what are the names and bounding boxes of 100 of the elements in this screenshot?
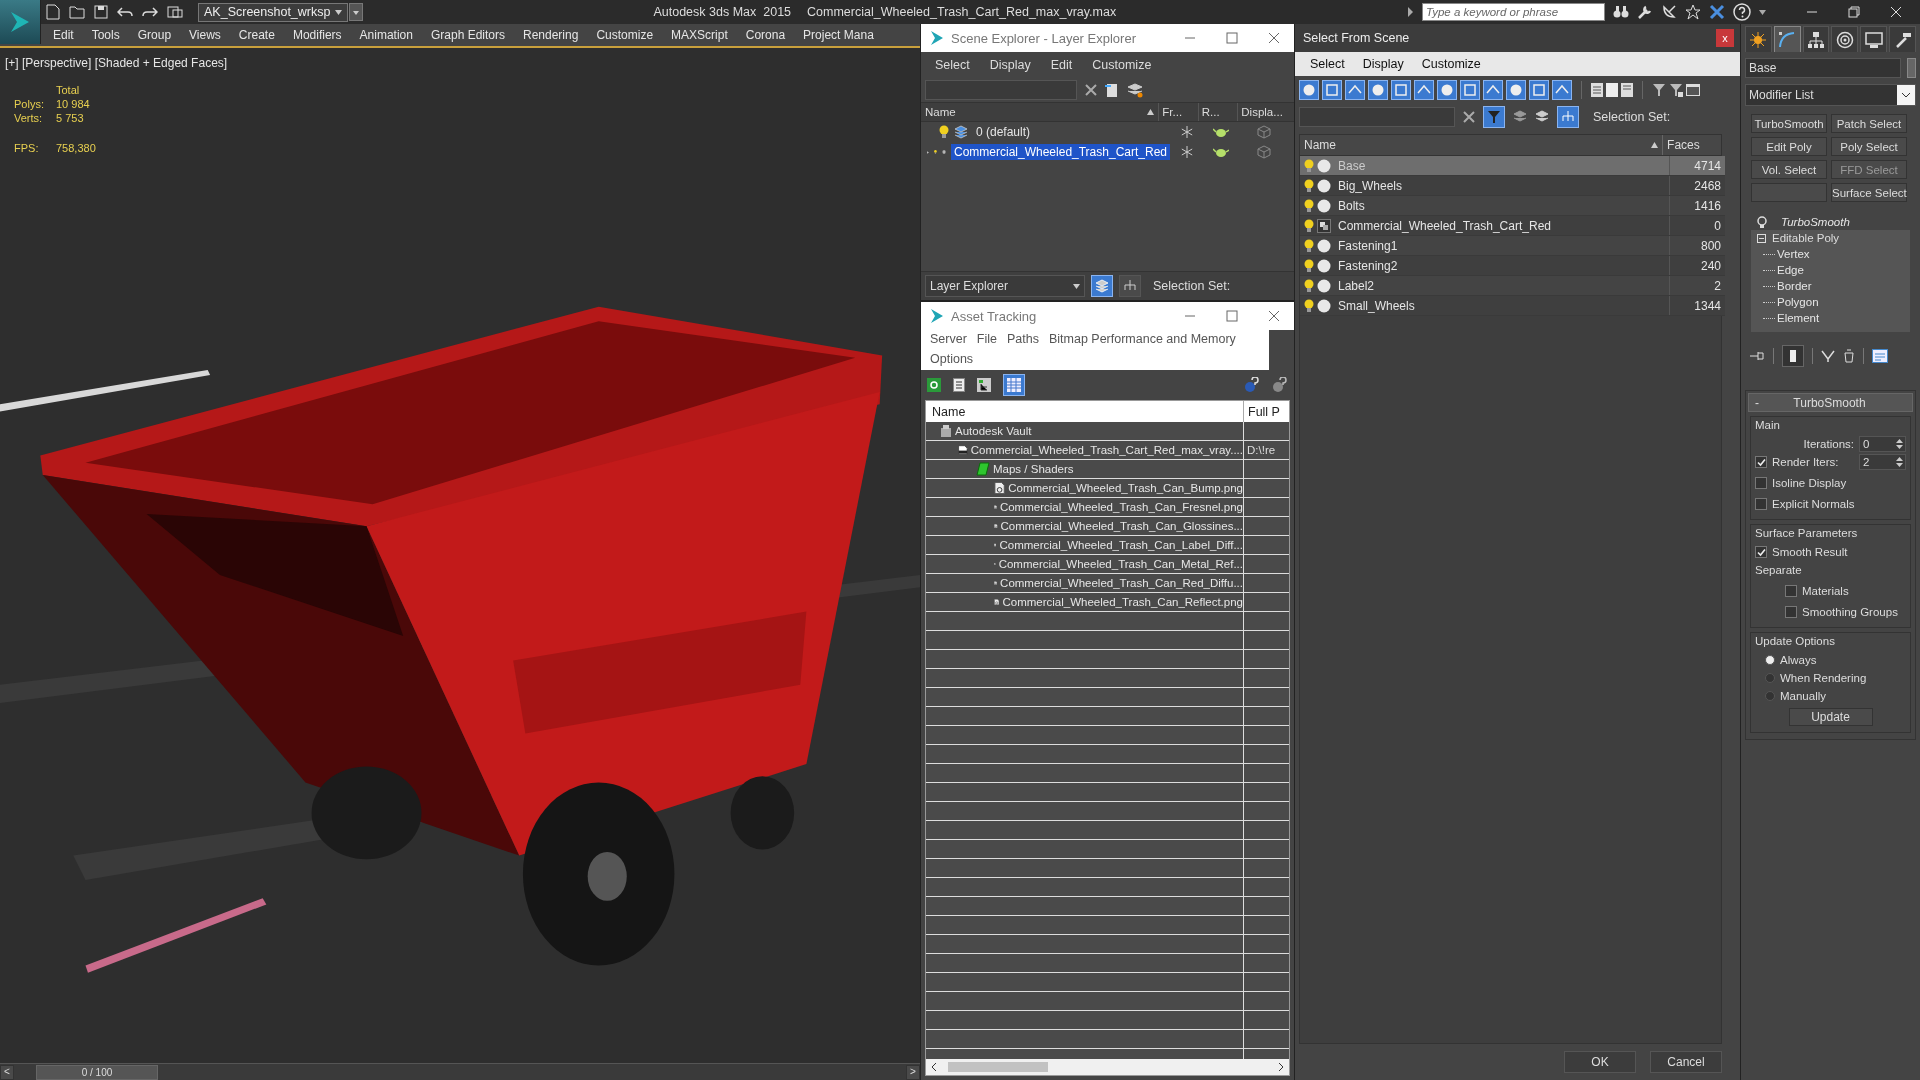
asset-name[interactable]: Commercial_Wheeled_Trash_Can_Label_Diff...: [999, 539, 1243, 551]
help-icon[interactable]: [1733, 3, 1751, 21]
modifier-button[interactable]: Vol. Select: [1751, 160, 1827, 179]
help-icon[interactable]: [1244, 377, 1260, 393]
workspace-dropdown[interactable]: AK_Screenshot_wrksp: [198, 2, 349, 22]
light-bulb-icon[interactable]: [1304, 158, 1314, 173]
caret-icon[interactable]: [1759, 9, 1766, 15]
menu-item[interactable]: Customize: [1412, 57, 1490, 71]
asset-name[interactable]: Commercial_Wheeled_Trash_Can_Glossines...: [1000, 520, 1243, 532]
maximize-icon[interactable]: [1226, 310, 1238, 322]
search-field[interactable]: [1299, 107, 1455, 127]
redo-icon[interactable]: [142, 6, 158, 18]
asset-name[interactable]: Commercial_Wheeled_Trash_Can_Bump.png: [1008, 482, 1243, 494]
checkbox[interactable]: [1755, 546, 1767, 558]
menu-item[interactable]: MAXScript: [662, 28, 737, 42]
caret-icon[interactable]: [349, 3, 364, 21]
star-icon[interactable]: [1685, 4, 1701, 20]
folder-icon[interactable]: [69, 5, 85, 19]
menu-item[interactable]: Tools: [82, 28, 129, 42]
hierarchy-tab[interactable]: [1802, 26, 1830, 52]
restore-icon[interactable]: [1848, 6, 1860, 18]
caret-icon[interactable]: [1406, 6, 1414, 18]
checkbox[interactable]: [1755, 498, 1767, 510]
list-icon[interactable]: [953, 378, 965, 392]
modifier-button[interactable]: Patch Select: [1831, 114, 1907, 133]
table-view-button[interactable]: [1003, 374, 1025, 396]
light-bulb-icon[interactable]: [1757, 215, 1767, 229]
object-row[interactable]: Bolts 1416: [1300, 196, 1725, 216]
layer-name[interactable]: Commercial_Wheeled_Trash_Cart_Red: [951, 144, 1170, 160]
filter-button[interactable]: [1506, 80, 1526, 100]
checkbox[interactable]: [1785, 585, 1797, 597]
column-header[interactable]: R...: [1198, 103, 1239, 121]
binoculars-icon[interactable]: [1613, 5, 1629, 19]
panel-icon[interactable]: [1686, 84, 1700, 96]
previous-frame-button[interactable]: <: [0, 1064, 14, 1080]
filter-icon[interactable]: [1669, 83, 1683, 97]
help-icon[interactable]: [1272, 377, 1288, 393]
dialog-button[interactable]: Cancel: [1650, 1051, 1722, 1073]
light-bulb-icon[interactable]: [1304, 258, 1314, 273]
menu-item[interactable]: Group: [128, 28, 181, 42]
column-header[interactable]: Displa...: [1238, 103, 1294, 121]
configure-icon[interactable]: [1872, 349, 1888, 363]
menu-item[interactable]: File: [971, 332, 1002, 346]
column-header[interactable]: Faces: [1663, 135, 1721, 155]
object-row[interactable]: Base 4714: [1300, 156, 1725, 176]
project-folder-icon[interactable]: [167, 5, 183, 19]
motion-tab[interactable]: [1831, 26, 1859, 52]
sub-object-level[interactable]: Polygon: [1777, 296, 1819, 308]
filter-icon[interactable]: [1652, 83, 1666, 97]
menu-item[interactable]: Options: [925, 352, 979, 366]
column-header[interactable]: Full P: [1244, 401, 1289, 422]
asset-name[interactable]: Commercial_Wheeled_Trash_Can_Red_Diffu...: [1000, 577, 1243, 589]
menu-item[interactable]: Edit: [44, 28, 83, 42]
menu-item[interactable]: Views: [180, 28, 230, 42]
light-bulb-icon[interactable]: [1304, 198, 1314, 213]
utilities-tab[interactable]: [1889, 26, 1916, 52]
menu-item[interactable]: Select: [925, 58, 980, 72]
asset-name[interactable]: Maps / Shaders: [993, 463, 1074, 475]
viewport-label[interactable]: [+] [Perspective] [Shaded + Edged Faces]: [5, 56, 228, 70]
checkbox[interactable]: [1785, 606, 1797, 618]
display-tab[interactable]: [1860, 26, 1888, 52]
create-tab[interactable]: [1745, 26, 1772, 52]
object-row[interactable]: Small_Wheels 1344: [1300, 296, 1725, 316]
menu-item[interactable]: Create: [229, 28, 284, 42]
close-icon[interactable]: [1268, 310, 1280, 322]
stack-item[interactable]: Editable Poly: [1772, 232, 1840, 244]
filter-button[interactable]: [1552, 80, 1572, 100]
checkbox[interactable]: [1755, 456, 1767, 468]
light-bulb-icon[interactable]: [1304, 298, 1314, 313]
tree-view-icon[interactable]: [977, 378, 991, 392]
clear-icon[interactable]: [1085, 84, 1097, 96]
modifier-button[interactable]: Poly Select: [1831, 137, 1907, 156]
collapse-icon[interactable]: [1757, 233, 1766, 243]
light-bulb-icon[interactable]: [1304, 238, 1314, 253]
menu-item[interactable]: Select: [1301, 57, 1354, 71]
modifier-button[interactable]: Surface Select: [1831, 183, 1907, 202]
modifier-button[interactable]: TurboSmooth: [1751, 114, 1827, 133]
column-header[interactable]: Name: [1300, 135, 1664, 155]
x-logo-icon[interactable]: [1709, 4, 1725, 20]
menu-item[interactable]: Bitmap Performance and Memory: [1043, 332, 1241, 346]
search-field[interactable]: Type a keyword or phrase: [1422, 3, 1605, 21]
object-name-field[interactable]: Base: [1745, 58, 1901, 78]
dialog-button[interactable]: OK: [1564, 1051, 1636, 1073]
filter-button[interactable]: [1299, 80, 1319, 100]
next-frame-button[interactable]: >: [906, 1064, 920, 1080]
asset-name[interactable]: Commercial_Wheeled_Trash_Cart_Red_max_vray....: [970, 444, 1243, 456]
object-row[interactable]: Big_Wheels 2468: [1300, 176, 1725, 196]
object-row[interactable]: Fastening2 240: [1300, 256, 1725, 276]
filter-button[interactable]: [1414, 80, 1434, 100]
update-button[interactable]: Update: [1788, 708, 1873, 726]
filter-button[interactable]: [1483, 106, 1505, 128]
asset-name[interactable]: Commercial_Wheeled_Trash_Can_Metal_Ref...: [998, 558, 1243, 570]
radio-button[interactable]: [1765, 673, 1775, 683]
trash-icon[interactable]: [1843, 349, 1855, 363]
light-bulb-icon[interactable]: [1304, 218, 1314, 233]
menu-item[interactable]: Project Mana: [794, 28, 883, 42]
menu-item[interactable]: Corona: [736, 28, 795, 42]
horizontal-scrollbar[interactable]: [926, 1059, 1289, 1075]
modifier-list-dropdown[interactable]: Modifier List: [1745, 84, 1916, 106]
undo-icon[interactable]: [117, 6, 133, 18]
